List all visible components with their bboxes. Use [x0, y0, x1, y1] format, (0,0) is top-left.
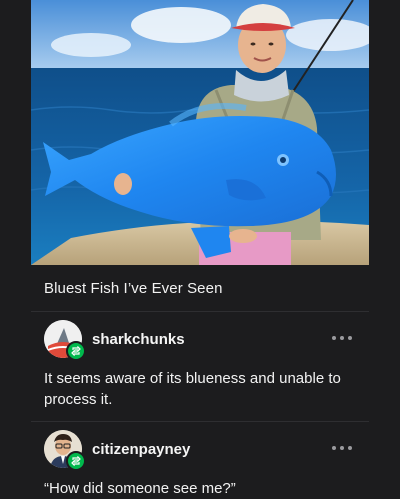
dot — [348, 446, 352, 450]
comment-text: It seems aware of its blueness and unabl… — [44, 370, 341, 408]
reblog-badge — [66, 341, 86, 361]
reblog-badge — [66, 451, 86, 471]
comment-text: “How did someone see me?” — [44, 480, 236, 497]
reblog-icon — [71, 456, 81, 466]
divider — [31, 311, 369, 312]
comment-username[interactable]: citizenpayney — [92, 441, 190, 458]
dot — [348, 336, 352, 340]
more-options-icon[interactable] — [332, 443, 352, 453]
fish-photo-illustration — [31, 0, 369, 265]
dot — [340, 336, 344, 340]
post-photo[interactable] — [31, 0, 369, 265]
dot — [332, 446, 336, 450]
post-caption: Bluest Fish I’ve Ever Seen — [44, 280, 223, 297]
dot — [332, 336, 336, 340]
comment-username[interactable]: sharkchunks — [92, 331, 185, 348]
reblog-icon — [71, 346, 81, 356]
more-options-icon[interactable] — [332, 333, 352, 343]
divider — [31, 421, 369, 422]
post-view: Bluest Fish I’ve Ever Seen sharkchunks I… — [0, 0, 400, 499]
dot — [340, 446, 344, 450]
